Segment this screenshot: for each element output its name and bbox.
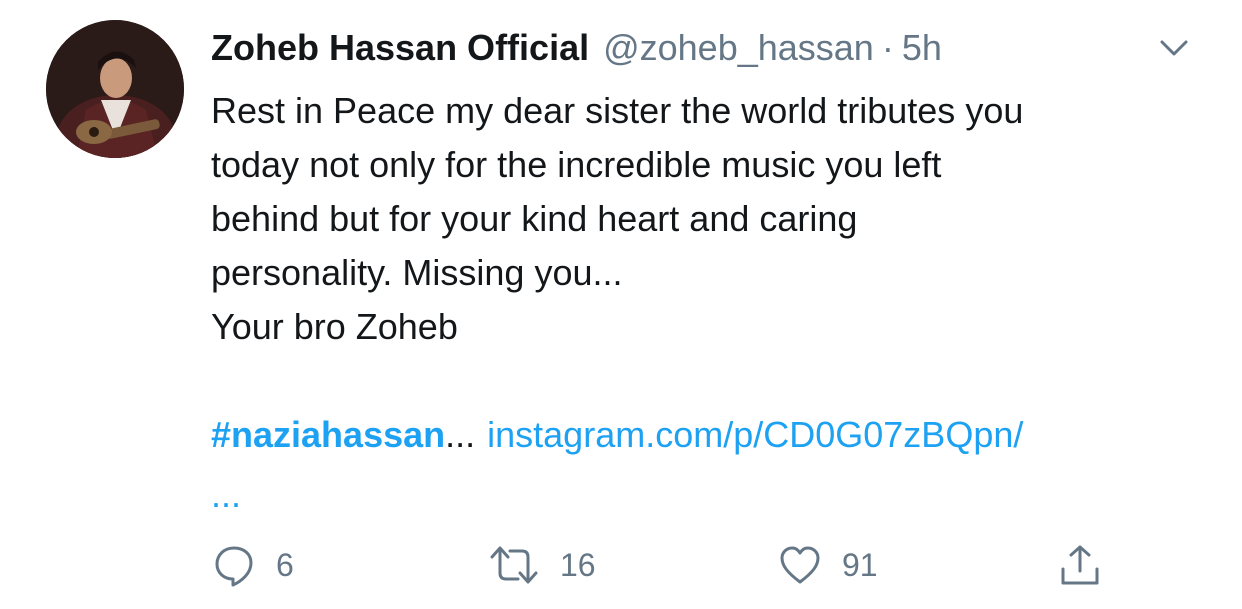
tweet-actions: 6 16 91 — [0, 540, 1242, 590]
tweet-menu-button[interactable] — [1156, 34, 1192, 62]
tweet-text-line: today not only for the incredible music … — [211, 144, 942, 185]
avatar-photo — [46, 20, 184, 158]
reply-count: 6 — [276, 546, 294, 583]
retweet-button[interactable]: 16 — [488, 540, 596, 590]
share-button[interactable] — [1058, 540, 1102, 590]
like-button[interactable]: 91 — [778, 540, 878, 590]
retweet-icon — [490, 546, 538, 584]
like-count: 91 — [842, 546, 878, 583]
reply-button[interactable]: 6 — [212, 540, 294, 590]
avatar[interactable] — [46, 20, 184, 158]
separator-dot: · — [881, 27, 894, 68]
user-handle[interactable]: @zoheb_hassan — [603, 27, 874, 68]
link-ellipsis[interactable]: ... — [211, 468, 241, 522]
tweet-body: Rest in Peace my dear sister the world t… — [211, 84, 1221, 354]
hashtag-ellipsis: ... — [445, 414, 476, 455]
timestamp[interactable]: 5h — [902, 27, 942, 68]
retweet-count: 16 — [560, 546, 596, 583]
tweet-header: Zoheb Hassan Official @zoheb_hassan · 5h — [211, 26, 942, 70]
tweet-text-line: Your bro Zoheb — [211, 306, 458, 347]
instagram-link[interactable]: instagram.com/p/CD0G07zBQpn/ — [487, 414, 1023, 455]
tweet-text-line: Rest in Peace my dear sister the world t… — [211, 90, 1024, 131]
chevron-down-icon — [1160, 40, 1188, 56]
hashtag-link[interactable]: #naziahassan — [211, 414, 445, 455]
heart-icon — [780, 546, 820, 584]
reply-icon — [215, 546, 253, 587]
tweet-text-line: personality. Missing you... — [211, 252, 623, 293]
share-icon — [1061, 545, 1099, 585]
tweet-links: #naziahassan... instagram.com/p/CD0G07zBQ… — [211, 408, 1023, 462]
tweet-text-line: behind but for your kind heart and carin… — [211, 198, 858, 239]
display-name[interactable]: Zoheb Hassan Official — [211, 27, 589, 68]
